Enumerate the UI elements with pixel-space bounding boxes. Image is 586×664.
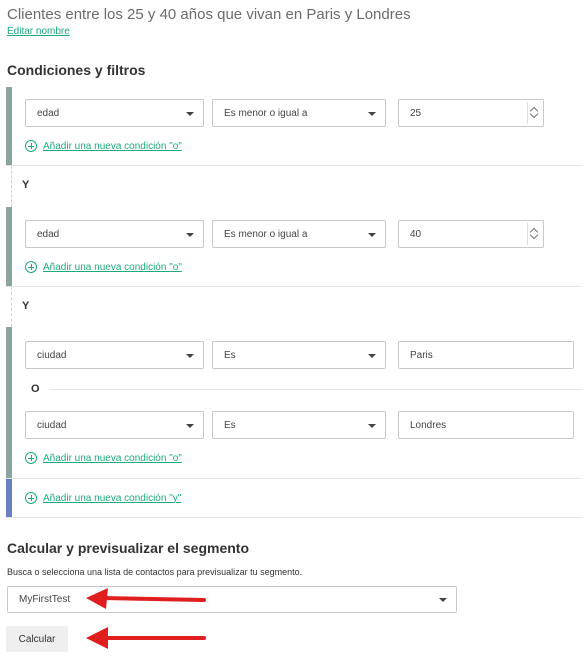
field-select-value: edad (37, 228, 60, 240)
condition-group-2: edad Es menor o igual a 40 Añadir una nu… (6, 207, 582, 287)
add-and-condition-label: Añadir una nueva condición "y" (43, 492, 182, 504)
and-connector-label: Y (22, 179, 30, 191)
group-bar (6, 87, 12, 165)
chevron-down-icon (368, 424, 376, 428)
add-or-condition-link[interactable]: Añadir una nueva condición "o" (25, 140, 182, 152)
value-number-input[interactable]: 40 (398, 220, 544, 248)
plus-circle-icon (25, 140, 37, 152)
or-connector-label: O (31, 383, 40, 395)
add-or-condition-link[interactable]: Añadir una nueva condición "o" (25, 261, 182, 273)
field-select-value: ciudad (37, 419, 67, 431)
add-or-condition-label: Añadir una nueva condición "o" (43, 261, 182, 273)
annotation-arrow-icon (86, 588, 206, 609)
condition-group-1: edad Es menor o igual a 25 Añadir una nu… (6, 87, 582, 166)
chevron-down-icon (186, 233, 194, 237)
operator-select-value: Es (224, 349, 236, 361)
plus-circle-icon (25, 492, 37, 504)
field-select[interactable]: ciudad (25, 411, 204, 439)
chevron-down-icon (368, 112, 376, 116)
calculate-button[interactable]: Calcular (6, 626, 68, 652)
value-input-text: 40 (410, 228, 422, 240)
operator-select-value: Es menor o igual a (224, 228, 308, 240)
value-input-text: Londres (410, 419, 447, 431)
chevron-down-icon (186, 424, 194, 428)
operator-select[interactable]: Es menor o igual a (212, 99, 386, 127)
add-or-condition-label: Añadir una nueva condición "o" (43, 140, 182, 152)
chevron-down-icon (186, 112, 194, 116)
plus-circle-icon (25, 452, 37, 464)
connector-line (11, 166, 12, 207)
segment-title: Clientes entre los 25 y 40 años que viva… (7, 6, 411, 23)
number-stepper-icon[interactable] (527, 102, 541, 124)
field-select[interactable]: edad (25, 220, 204, 248)
value-text-input[interactable]: Londres (398, 411, 574, 439)
edit-name-link[interactable]: Editar nombre (7, 26, 70, 37)
value-input-text: Paris (410, 349, 433, 361)
contact-list-select-value: MyFirstTest (19, 594, 71, 605)
chevron-down-icon (186, 354, 194, 358)
value-number-input[interactable]: 25 (398, 99, 544, 127)
field-select-value: ciudad (37, 349, 67, 361)
chevron-down-icon (368, 233, 376, 237)
contact-list-select[interactable]: MyFirstTest (7, 586, 457, 613)
field-select-value: edad (37, 107, 60, 119)
group-bar (6, 479, 12, 517)
add-or-condition-link[interactable]: Añadir una nueva condición "o" (25, 452, 182, 464)
operator-select-value: Es menor o igual a (224, 107, 308, 119)
connector-line (11, 287, 12, 327)
plus-circle-icon (25, 261, 37, 273)
value-input-text: 25 (410, 107, 422, 119)
add-or-condition-label: Añadir una nueva condición "o" (43, 452, 182, 464)
annotation-arrow-icon (86, 627, 206, 649)
condition-group-3: ciudad Es Paris O ciudad Es Londres Añad… (6, 327, 582, 479)
operator-select[interactable]: Es menor o igual a (212, 220, 386, 248)
or-divider (50, 389, 582, 390)
value-text-input[interactable]: Paris (398, 341, 574, 369)
field-select[interactable]: ciudad (25, 341, 204, 369)
chevron-down-icon (439, 598, 447, 602)
add-and-condition-link[interactable]: Añadir una nueva condición "y" (25, 492, 181, 504)
operator-select[interactable]: Es (212, 411, 386, 439)
operator-select-value: Es (224, 419, 236, 431)
chevron-down-icon (368, 354, 376, 358)
field-select[interactable]: edad (25, 99, 204, 127)
conditions-heading: Condiciones y filtros (7, 62, 146, 78)
operator-select[interactable]: Es (212, 341, 386, 369)
preview-help-text: Busca o selecciona una lista de contacto… (7, 567, 303, 577)
and-connector-label: Y (22, 300, 30, 312)
preview-heading: Calcular y previsualizar el segmento (7, 540, 249, 556)
group-bar (6, 207, 12, 286)
group-bar (6, 327, 12, 478)
add-and-condition-row: Añadir una nueva condición "y" (6, 479, 582, 518)
number-stepper-icon[interactable] (527, 223, 541, 245)
